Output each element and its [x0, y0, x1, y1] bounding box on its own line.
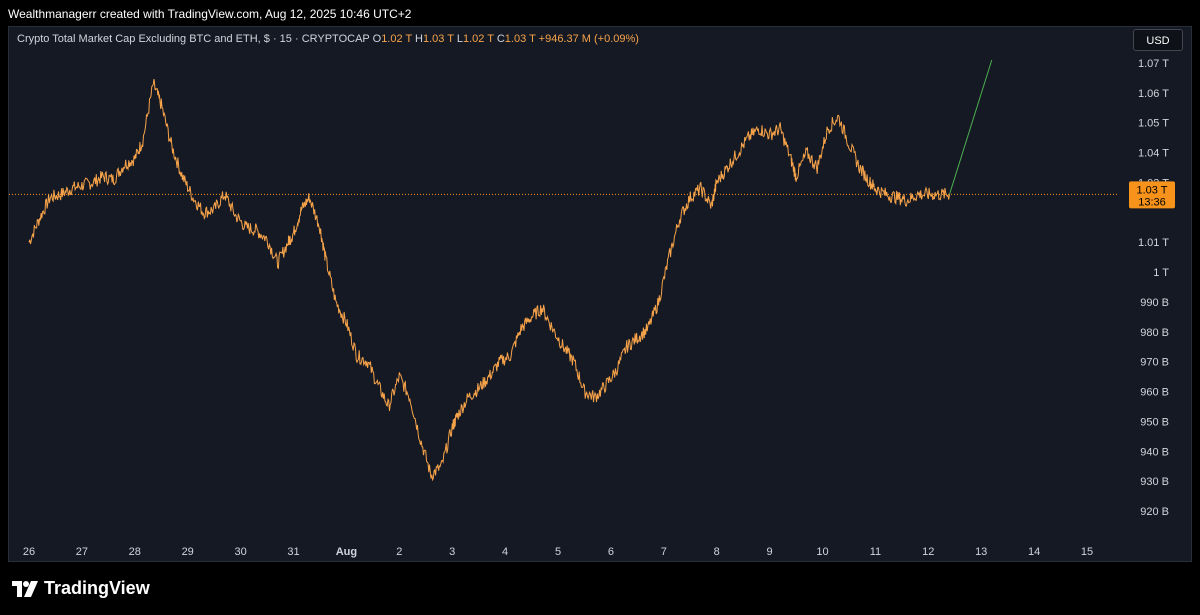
- x-tick-label: 28: [129, 546, 141, 558]
- high-label: H: [415, 33, 423, 45]
- x-tick-label: 9: [767, 546, 773, 558]
- change-value: +946.37 M (+0.09%): [538, 33, 639, 45]
- y-tick-label: 990 B: [1140, 297, 1169, 309]
- y-tick-label: 920 B: [1140, 506, 1169, 518]
- last-price-text: 1.03 T: [1137, 184, 1168, 196]
- y-tick-label: 970 B: [1140, 357, 1169, 369]
- bar-countdown-text: 13:36: [1138, 196, 1166, 208]
- x-tick-label: 11: [870, 546, 881, 558]
- currency-button[interactable]: USD: [1133, 29, 1183, 51]
- chart-panel[interactable]: 1.07 T 1.06 T 1.05 T 1.04 T 1.03 T 1.01 T 1 T 9…: [8, 26, 1192, 562]
- y-tick-label: 1.01 T: [1138, 237, 1169, 249]
- symbol-title: Crypto Total Market Cap Excluding BTC an…: [17, 33, 370, 45]
- x-tick-label: 6: [608, 546, 614, 558]
- low-value: 1.02 T: [462, 33, 494, 45]
- attribution-bar: Wealthmanagerr created with TradingView.…: [0, 0, 1200, 26]
- x-tick-label: 2: [396, 546, 402, 558]
- y-tick-label: 1.04 T: [1138, 148, 1169, 160]
- y-tick-label: 1.05 T: [1138, 118, 1169, 130]
- y-tick-label: 1.06 T: [1138, 88, 1169, 100]
- y-tick-label: 1.07 T: [1138, 58, 1169, 70]
- x-tick-label: Aug: [336, 546, 357, 558]
- x-axis: 26 27 28 29 30 31 Aug 2 3 4 5 6 7 8 9 10 11 12 13 14 15: [23, 546, 1093, 558]
- x-tick-label: 5: [555, 546, 561, 558]
- close-label: C: [496, 33, 505, 45]
- last-price-badge: 1.03 T13:36: [1129, 181, 1175, 209]
- y-tick-label: 950 B: [1140, 416, 1169, 428]
- open-label: O: [372, 33, 382, 45]
- open-value: 1.02 T: [381, 33, 412, 45]
- x-tick-label: 30: [234, 546, 246, 558]
- x-tick-label: 27: [76, 546, 88, 558]
- x-tick-label: 29: [182, 546, 194, 558]
- y-tick-label: 940 B: [1140, 446, 1169, 458]
- x-tick-label: 31: [287, 546, 299, 558]
- tradingview-logo[interactable]: TradingView: [12, 578, 150, 599]
- x-tick-label: 10: [816, 546, 828, 558]
- y-tick-label: 930 B: [1140, 476, 1169, 488]
- x-tick-label: 3: [449, 546, 455, 558]
- y-axis: 1.07 T 1.06 T 1.05 T 1.04 T 1.03 T 1.01 T 1 T 9…: [1138, 58, 1169, 518]
- chart-legend: Crypto Total Market Cap Excluding BTC an…: [17, 33, 639, 45]
- y-tick-label: 980 B: [1140, 327, 1169, 339]
- x-tick-label: 14: [1028, 546, 1040, 558]
- x-tick-label: 13: [975, 546, 987, 558]
- x-tick-label: 26: [23, 546, 35, 558]
- close-value: 1.03 T: [504, 33, 536, 45]
- x-tick-label: 12: [922, 546, 934, 558]
- x-tick-label: 7: [661, 546, 667, 558]
- x-tick-label: 8: [714, 546, 720, 558]
- tradingview-logo-icon: [12, 580, 38, 597]
- projection-line[interactable]: [948, 59, 993, 195]
- price-series-line: [28, 79, 950, 482]
- y-tick-label: 960 B: [1140, 387, 1169, 399]
- tradingview-brand-text: TradingView: [44, 578, 150, 598]
- x-tick-label: 4: [502, 546, 508, 558]
- price-chart[interactable]: 1.07 T 1.06 T 1.05 T 1.04 T 1.03 T 1.01 T 1 T 9…: [9, 27, 1192, 562]
- high-value: 1.03 T: [423, 33, 454, 45]
- footer-bar: TradingView: [0, 562, 1200, 615]
- x-tick-label: 15: [1081, 546, 1093, 558]
- attribution-text: Wealthmanagerr created with TradingView.…: [8, 7, 412, 21]
- y-tick-label: 1 T: [1153, 267, 1169, 279]
